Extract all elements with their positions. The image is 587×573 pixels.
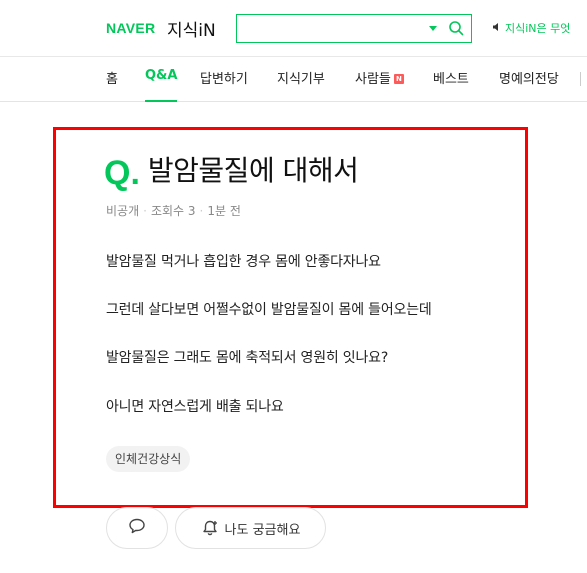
comment-icon bbox=[128, 517, 146, 539]
nav-divider bbox=[580, 72, 581, 86]
nav-qna[interactable]: Q&A bbox=[145, 68, 178, 102]
question-title-row: Q. 발암물질에 대해서 bbox=[104, 154, 359, 192]
me-too-curious-label: 나도 궁금해요 bbox=[224, 522, 301, 538]
meta-separator: · bbox=[143, 204, 147, 218]
search-input[interactable] bbox=[237, 15, 417, 42]
question-body-line: 그런데 살다보면 어쩔수없이 발암물질이 몸에 들어오는데 bbox=[106, 302, 432, 318]
category-tag[interactable]: 인체건강상식 bbox=[106, 446, 191, 472]
question-body-line: 발암물질은 그래도 몸에 축적되서 영원히 잇나요? bbox=[106, 350, 389, 366]
nav-people-label: 사람들 bbox=[355, 72, 391, 87]
question-body-line: 발암물질 먹거나 흡입한 경우 몸에 안좋다자나요 bbox=[106, 254, 381, 270]
search-icon[interactable] bbox=[448, 20, 464, 40]
new-badge: N bbox=[393, 73, 404, 84]
nav-best[interactable]: 베스트 bbox=[433, 68, 469, 102]
nav-answer[interactable]: 답변하기 bbox=[200, 68, 248, 102]
nav-people[interactable]: 사람들 N bbox=[355, 68, 404, 102]
nav-home[interactable]: 홈 bbox=[106, 68, 118, 102]
view-count: 조회수 3 bbox=[150, 204, 196, 218]
question-title: 발암물질에 대해서 bbox=[147, 154, 359, 187]
jisikin-logo[interactable]: 지식iN bbox=[167, 16, 216, 41]
author-label: 비공개 bbox=[106, 204, 140, 218]
question-body-line: 아니면 자연스럽게 배출 되나요 bbox=[106, 399, 284, 415]
notice-text: 지식iN은 무엇 bbox=[505, 22, 571, 35]
dropdown-caret-icon[interactable] bbox=[429, 26, 437, 31]
meta-separator: · bbox=[199, 204, 204, 218]
bell-plus-icon bbox=[202, 520, 217, 536]
nav-hall-of-fame[interactable]: 명예의전당 bbox=[499, 68, 559, 102]
nav-donate[interactable]: 지식기부 bbox=[277, 68, 325, 102]
speaker-icon bbox=[492, 22, 502, 35]
me-too-curious-button[interactable]: 나도 궁금해요 bbox=[175, 507, 326, 549]
question-mark-icon: Q. bbox=[104, 154, 140, 192]
posted-time: 1분 전 bbox=[207, 204, 241, 218]
main-nav: 홈 Q&A 답변하기 지식기부 사람들 N 베스트 명예의전당 bbox=[0, 58, 587, 102]
service-notice-link[interactable]: 지식iN은 무엇 bbox=[492, 20, 570, 36]
comment-button[interactable] bbox=[106, 507, 168, 549]
top-header: NAVER 지식iN 지식iN은 무엇 bbox=[0, 0, 587, 57]
search-box[interactable] bbox=[236, 14, 472, 43]
question-meta: 비공개 · 조회수 3 · 1분 전 bbox=[106, 202, 241, 219]
naver-logo[interactable]: NAVER bbox=[106, 20, 155, 36]
